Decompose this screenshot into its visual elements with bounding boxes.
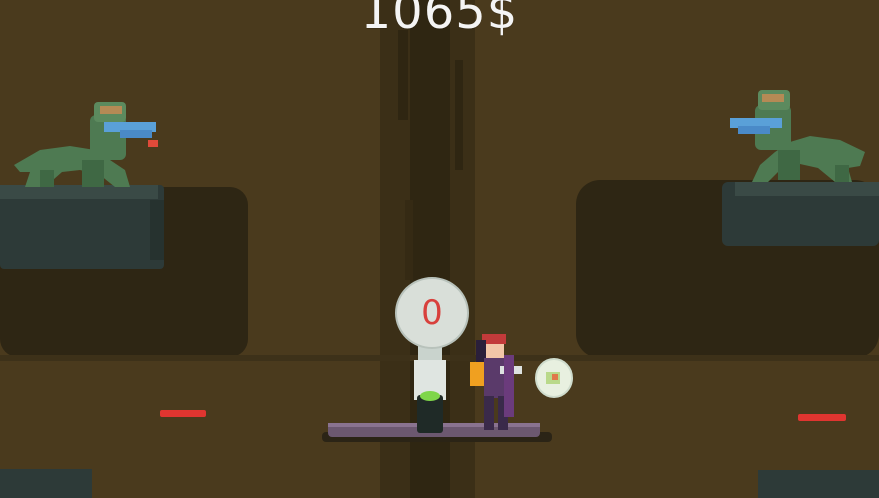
right-ledge [722,182,879,246]
bottom-ledge-right [758,470,879,498]
capsule-dispenser-icon [414,345,446,433]
left-ledge [0,185,164,269]
coin-pickup-icon [535,358,573,398]
money-counter: 1065$ [360,0,519,40]
capsule-counter-text: 0 [421,293,443,333]
game-scene [0,0,879,498]
capsule-counter-bubble: 0 [395,277,469,349]
hazard-left [160,410,206,417]
hazard-right [798,414,846,421]
bottom-ledge-left [0,469,92,498]
